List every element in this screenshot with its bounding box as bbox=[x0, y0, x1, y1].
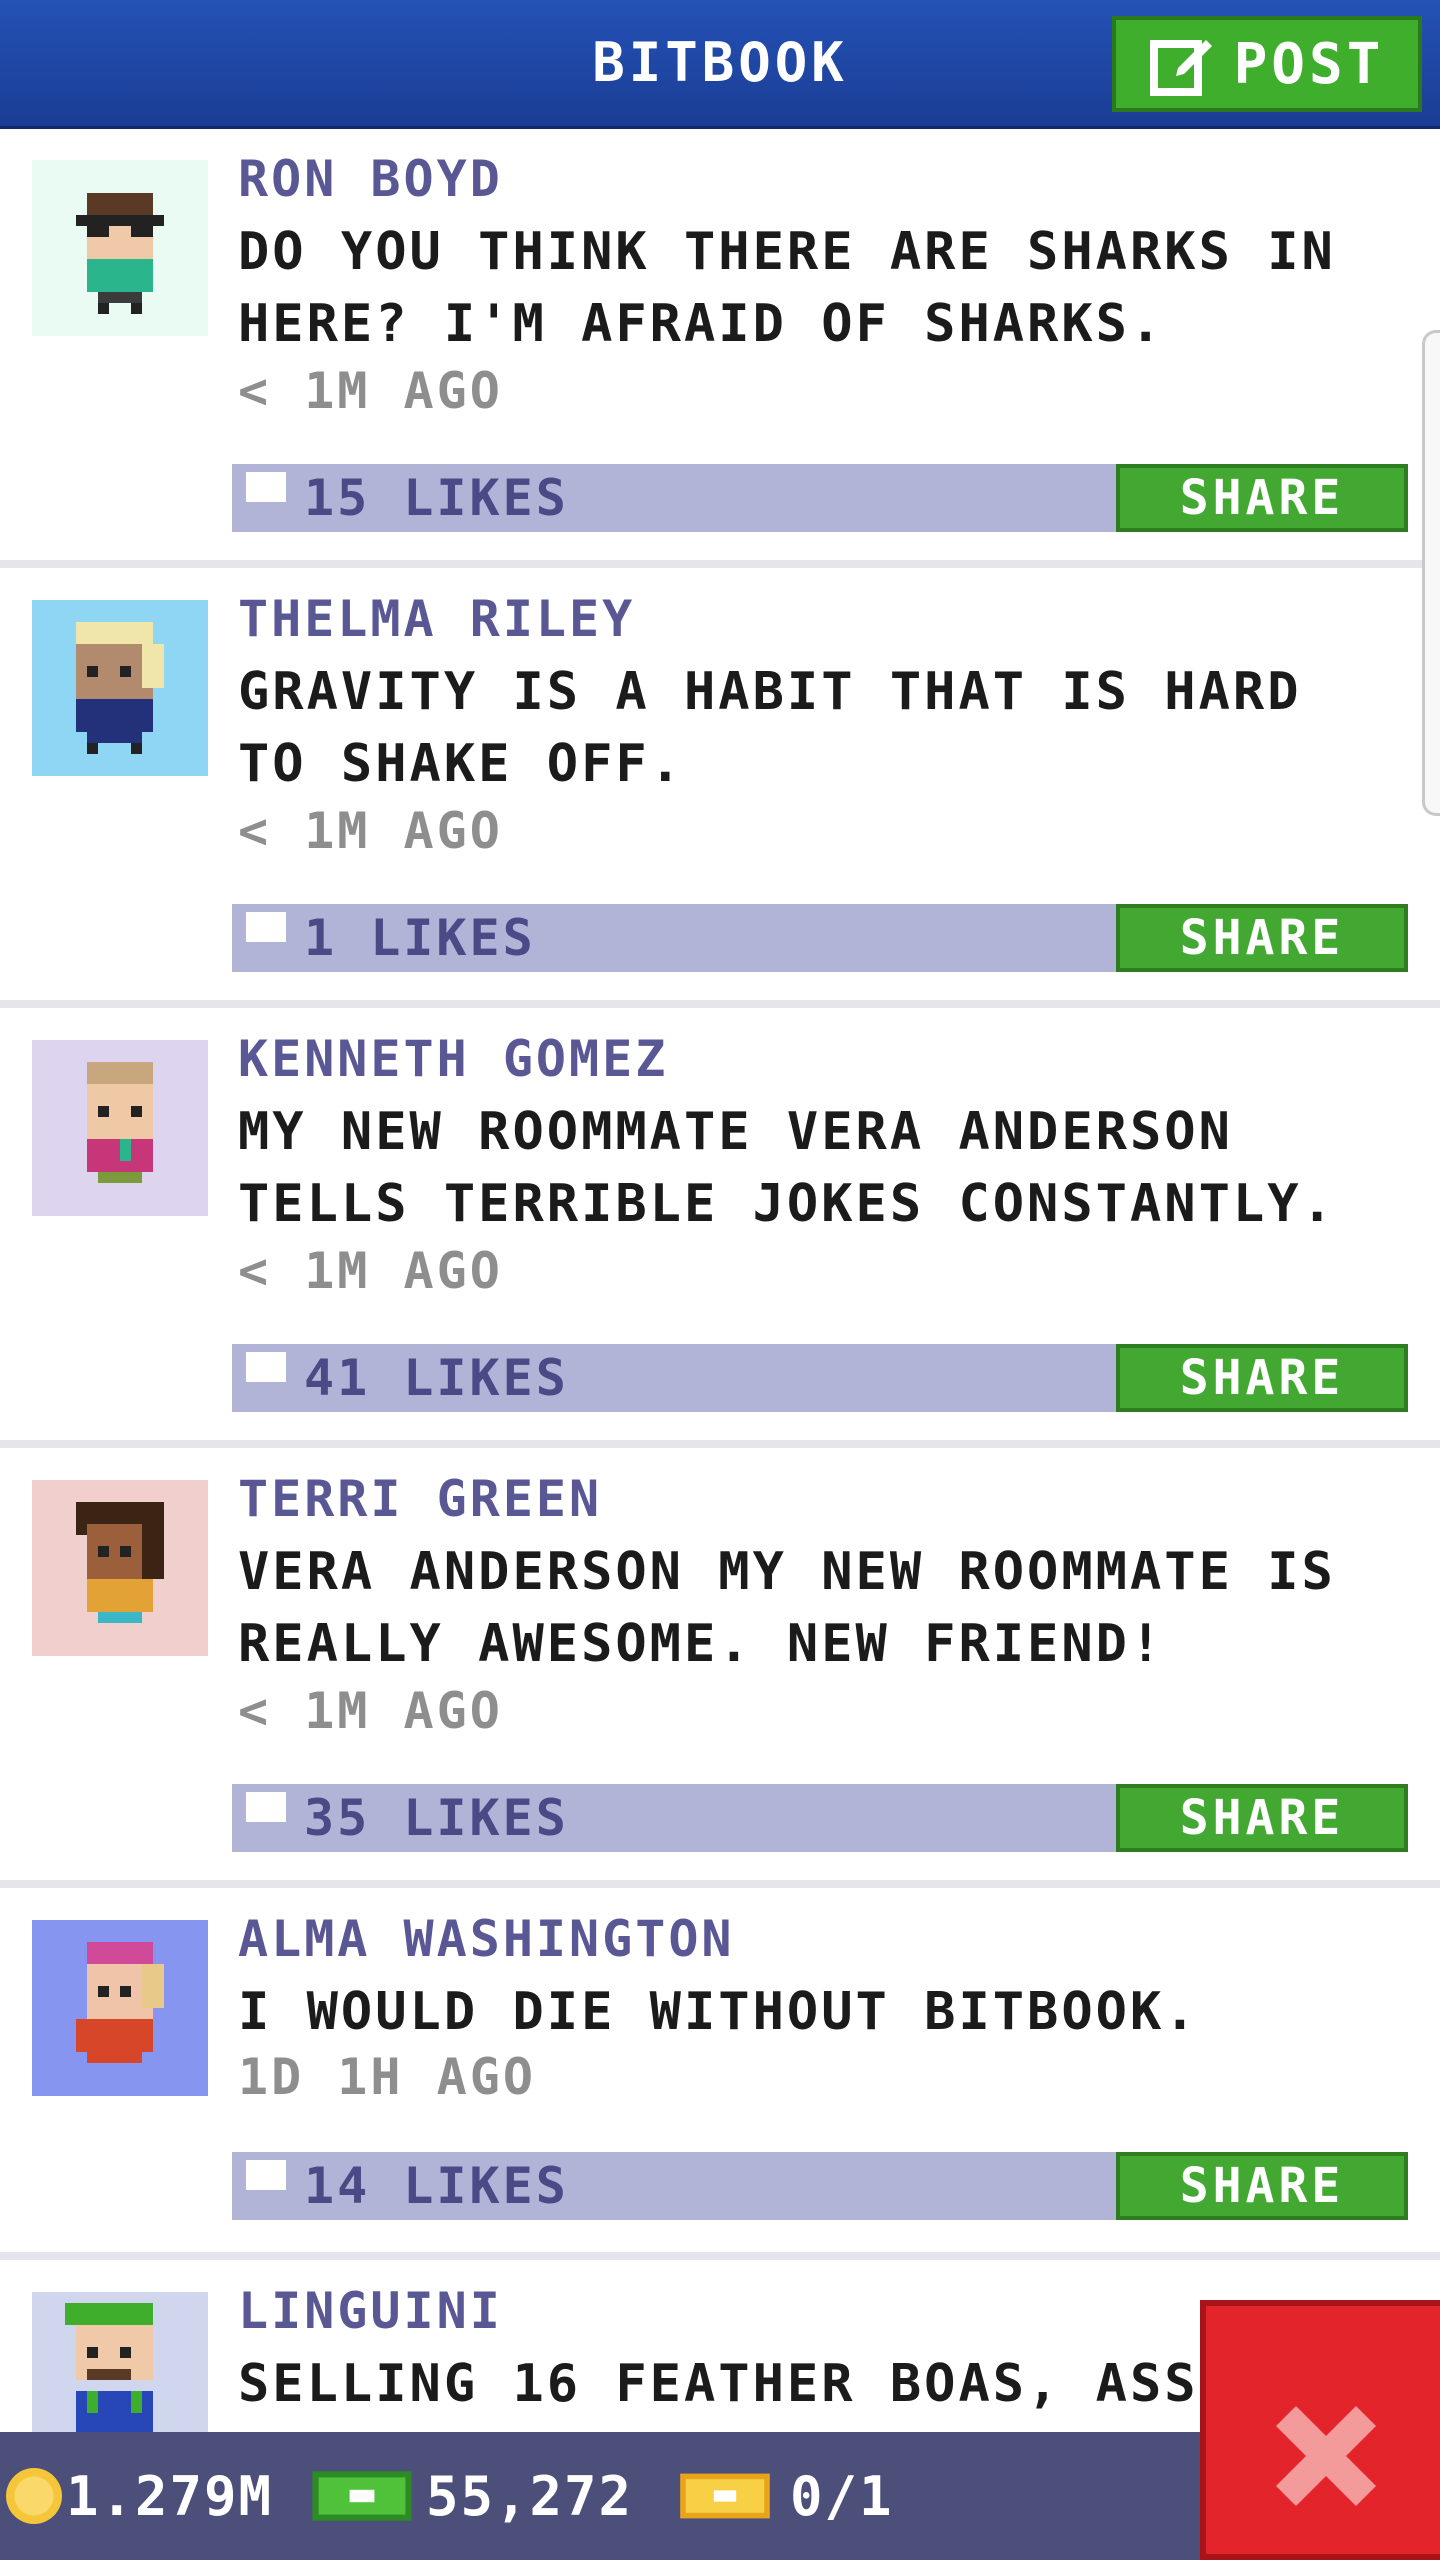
coins-stat: 1.279M bbox=[6, 2432, 273, 2560]
bux-stat: 55,272 bbox=[312, 2432, 633, 2560]
post-author[interactable]: KENNETH GOMEZ bbox=[238, 1030, 668, 1088]
close-icon bbox=[1276, 2406, 1376, 2506]
thumbs-up-icon bbox=[246, 442, 286, 502]
avatar-sprite bbox=[32, 1480, 208, 1656]
tickets-stat: 0/1 bbox=[680, 2432, 894, 2560]
avatar[interactable] bbox=[32, 160, 208, 336]
feed-post: KENNETH GOMEZ MY NEW ROOMMATE VERA ANDER… bbox=[0, 1010, 1440, 1448]
compose-icon bbox=[1149, 40, 1212, 96]
post-time: 1D 1H AGO bbox=[238, 2048, 536, 2106]
avatar[interactable] bbox=[32, 1480, 208, 1656]
avatar[interactable] bbox=[32, 600, 208, 776]
post-button[interactable]: POST bbox=[1112, 16, 1422, 112]
likes-count: 15 LIKES bbox=[304, 469, 569, 527]
post-text: I WOULD DIE WITHOUT BITBOOK. bbox=[238, 1982, 1199, 2042]
post-text: VERA ANDERSON MY NEW ROOMMATE IS REALLY … bbox=[238, 1542, 1336, 1674]
post-author[interactable]: ALMA WASHINGTON bbox=[238, 1910, 735, 1968]
avatar[interactable] bbox=[32, 1040, 208, 1216]
likes-count: 14 LIKES bbox=[304, 2157, 569, 2215]
share-button[interactable]: SHARE bbox=[1116, 464, 1408, 532]
share-button[interactable]: SHARE bbox=[1116, 1344, 1408, 1412]
likes-count: 41 LIKES bbox=[304, 1349, 569, 1407]
like-bar[interactable]: 14 LIKES SHARE bbox=[232, 2130, 1408, 2220]
post-author[interactable]: TERRI GREEN bbox=[238, 1470, 602, 1528]
like-bar[interactable]: 15 LIKES SHARE bbox=[232, 442, 1408, 532]
like-bar[interactable]: 41 LIKES SHARE bbox=[232, 1322, 1408, 1412]
thumbs-up-icon bbox=[246, 2130, 286, 2190]
post-time: < 1M AGO bbox=[238, 1682, 503, 1740]
post-text: SELLING 16 FEATHER BOAS, ASS bbox=[238, 2354, 1198, 2414]
feed-post: THELMA RILEY GRAVITY IS A HABIT THAT IS … bbox=[0, 570, 1440, 1008]
close-button[interactable] bbox=[1200, 2300, 1440, 2560]
likes-count: 1 LIKES bbox=[304, 909, 536, 967]
post-text: MY NEW ROOMMATE VERA ANDERSON TELLS TERR… bbox=[238, 1102, 1336, 1234]
share-button[interactable]: SHARE bbox=[1116, 904, 1408, 972]
scrollbar[interactable] bbox=[1422, 330, 1440, 816]
avatar-sprite bbox=[32, 1040, 208, 1216]
avatar[interactable] bbox=[32, 1920, 208, 2096]
tickets-value: 0/1 bbox=[790, 2464, 894, 2528]
thumbs-up-icon bbox=[246, 1762, 286, 1822]
post-time: < 1M AGO bbox=[238, 1242, 503, 1300]
post-author[interactable]: THELMA RILEY bbox=[238, 590, 635, 648]
bux-value: 55,272 bbox=[426, 2464, 634, 2528]
post-time: < 1M AGO bbox=[238, 362, 503, 420]
avatar-sprite bbox=[32, 1920, 208, 2096]
thumbs-up-icon bbox=[246, 1322, 286, 1382]
thumbs-up-icon bbox=[246, 882, 286, 942]
post-author[interactable]: RON BOYD bbox=[238, 150, 503, 208]
app-header: BITBOOK POST bbox=[0, 0, 1440, 129]
post-text: GRAVITY IS A HABIT THAT IS HARD TO SHAKE… bbox=[238, 662, 1302, 794]
avatar-sprite bbox=[32, 600, 208, 776]
post-author[interactable]: LINGUINI bbox=[238, 2282, 503, 2340]
feed-post: TERRI GREEN VERA ANDERSON MY NEW ROOMMAT… bbox=[0, 1450, 1440, 1888]
share-button[interactable]: SHARE bbox=[1116, 2152, 1408, 2220]
avatar-sprite bbox=[32, 160, 208, 336]
feed-post: ALMA WASHINGTON I WOULD DIE WITHOUT BITB… bbox=[0, 1890, 1440, 2260]
share-button[interactable]: SHARE bbox=[1116, 1784, 1408, 1852]
post-time: < 1M AGO bbox=[238, 802, 503, 860]
like-bar[interactable]: 1 LIKES SHARE bbox=[232, 882, 1408, 972]
like-bar[interactable]: 35 LIKES SHARE bbox=[232, 1762, 1408, 1852]
bux-icon bbox=[312, 2471, 412, 2521]
coin-icon bbox=[6, 2468, 62, 2524]
vip-ticket-icon bbox=[680, 2473, 770, 2519]
post-text: DO YOU THINK THERE ARE SHARKS IN HERE? I… bbox=[238, 222, 1336, 354]
likes-count: 35 LIKES bbox=[304, 1789, 569, 1847]
post-button-label: POST bbox=[1233, 31, 1385, 97]
feed-post: RON BOYD DO YOU THINK THERE ARE SHARKS I… bbox=[0, 130, 1440, 568]
coins-value: 1.279M bbox=[66, 2464, 274, 2528]
